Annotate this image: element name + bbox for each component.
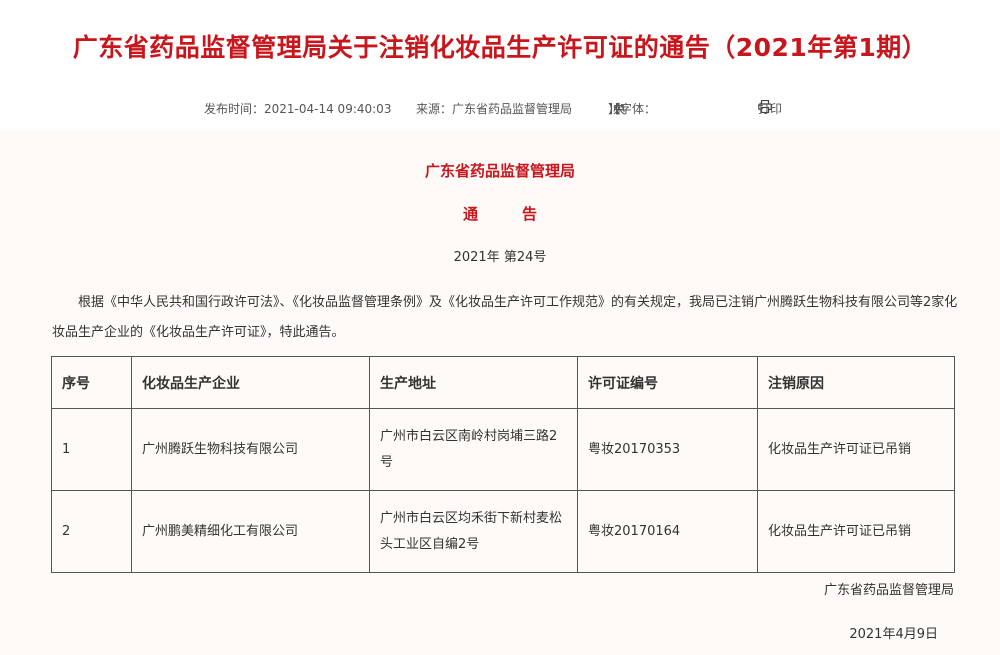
notice-number: 2021年 第24号 [453, 250, 547, 265]
body-paragraph: 根据《中华人民共和国行政许可法》、《化妆品监督管理条例》及《化妆品生产许可工作规… [52, 295, 958, 340]
header-reason: 注销原因 [757, 356, 955, 409]
font-label-close: 】 [608, 102, 621, 116]
cell-license-no: 粤妆20170353 [577, 408, 758, 491]
table-header-row: 序号 化妆品生产企业 生产地址 许可证编号 注销原因 [51, 356, 955, 409]
cell-address: 广州市白云区均禾街下新村麦松头工业区自编2号 [369, 490, 578, 573]
print-label: 打印 [758, 102, 783, 116]
source: 来源：广东省药品监督管理局 [416, 102, 573, 116]
header-company: 化妆品生产企业 [131, 356, 370, 409]
meta-bar: 发布时间：2021-04-14 09:40:03 来源：广东省药品监督管理局 【… [0, 99, 1000, 120]
cell-seq: 1 [51, 408, 132, 491]
cell-reason: 化妆品生产许可证已吊销 [757, 408, 955, 491]
publish-time: 发布时间：2021-04-14 09:40:03 [204, 102, 392, 116]
heading-char: 通 [462, 205, 478, 223]
header-license-no: 许可证编号 [577, 356, 758, 409]
page-title: 广东省药品监督管理局关于注销化妆品生产许可证的通告（2021年第1期） [72, 33, 928, 62]
issuing-agency: 广东省药品监督管理局 [424, 162, 575, 180]
signature-agency: 广东省药品监督管理局 [823, 583, 954, 598]
cell-reason: 化妆品生产许可证已吊销 [757, 490, 955, 573]
table-row: 1 广州腾跃生物科技有限公司 广州市白云区南岭村岗埔三路2号 粤妆2017035… [51, 408, 955, 491]
cell-license-no: 粤妆20170164 [577, 490, 758, 573]
notice-heading: 通告 [0, 203, 1000, 224]
table-row: 2 广州鹏美精细化工有限公司 广州市白云区均禾街下新村麦松头工业区自编2号 粤妆… [51, 490, 955, 573]
license-table: 序号 化妆品生产企业 生产地址 许可证编号 注销原因 1 广州腾跃生物科技有限公… [51, 356, 955, 573]
header-address: 生产地址 [369, 356, 578, 409]
cell-company: 广州鹏美精细化工有限公司 [131, 490, 370, 573]
header-seq: 序号 [51, 356, 132, 409]
heading-char: 告 [522, 205, 538, 223]
cell-seq: 2 [51, 490, 132, 573]
cell-address: 广州市白云区南岭村岗埔三路2号 [369, 408, 578, 491]
signature-date: 2021年4月9日 [849, 627, 938, 642]
cell-company: 广州腾跃生物科技有限公司 [131, 408, 370, 491]
